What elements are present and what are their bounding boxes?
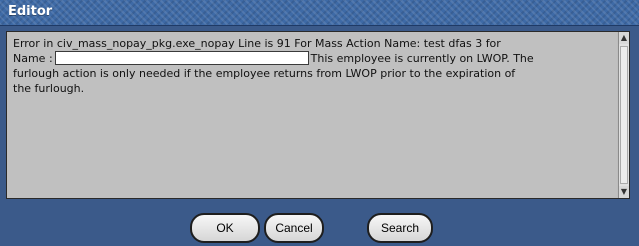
editor-text-area[interactable]: Error in civ_mass_nopay_pkg.exe_nopay Li… <box>7 32 617 198</box>
button-bar: OK Cancel Search <box>0 205 639 246</box>
name-field[interactable] <box>54 51 309 65</box>
editor-line-3: furlough action is only needed if the em… <box>13 67 516 80</box>
scroll-down-arrow-icon[interactable]: ▼ <box>619 186 629 198</box>
name-label: Name : <box>13 52 53 65</box>
editor-line-4: the furlough. <box>13 82 85 95</box>
vertical-scrollbar[interactable]: ▲ ▼ <box>618 32 629 198</box>
cancel-button[interactable]: Cancel <box>264 213 324 243</box>
editor-line-1: Error in civ_mass_nopay_pkg.exe_nopay Li… <box>13 37 501 50</box>
editor-frame: Error in civ_mass_nopay_pkg.exe_nopay Li… <box>6 31 630 199</box>
editor-line-2: Name : This employee is currently on LWOP… <box>13 51 609 66</box>
title-bar[interactable]: Editor <box>0 0 639 26</box>
window-title: Editor <box>8 4 53 19</box>
scroll-up-arrow-icon[interactable]: ▲ <box>619 32 629 44</box>
editor-line-2-text: This employee is currently on LWOP. The <box>310 52 534 65</box>
search-button[interactable]: Search <box>367 213 433 243</box>
scroll-thumb[interactable] <box>620 46 628 184</box>
ok-button[interactable]: OK <box>190 213 260 243</box>
